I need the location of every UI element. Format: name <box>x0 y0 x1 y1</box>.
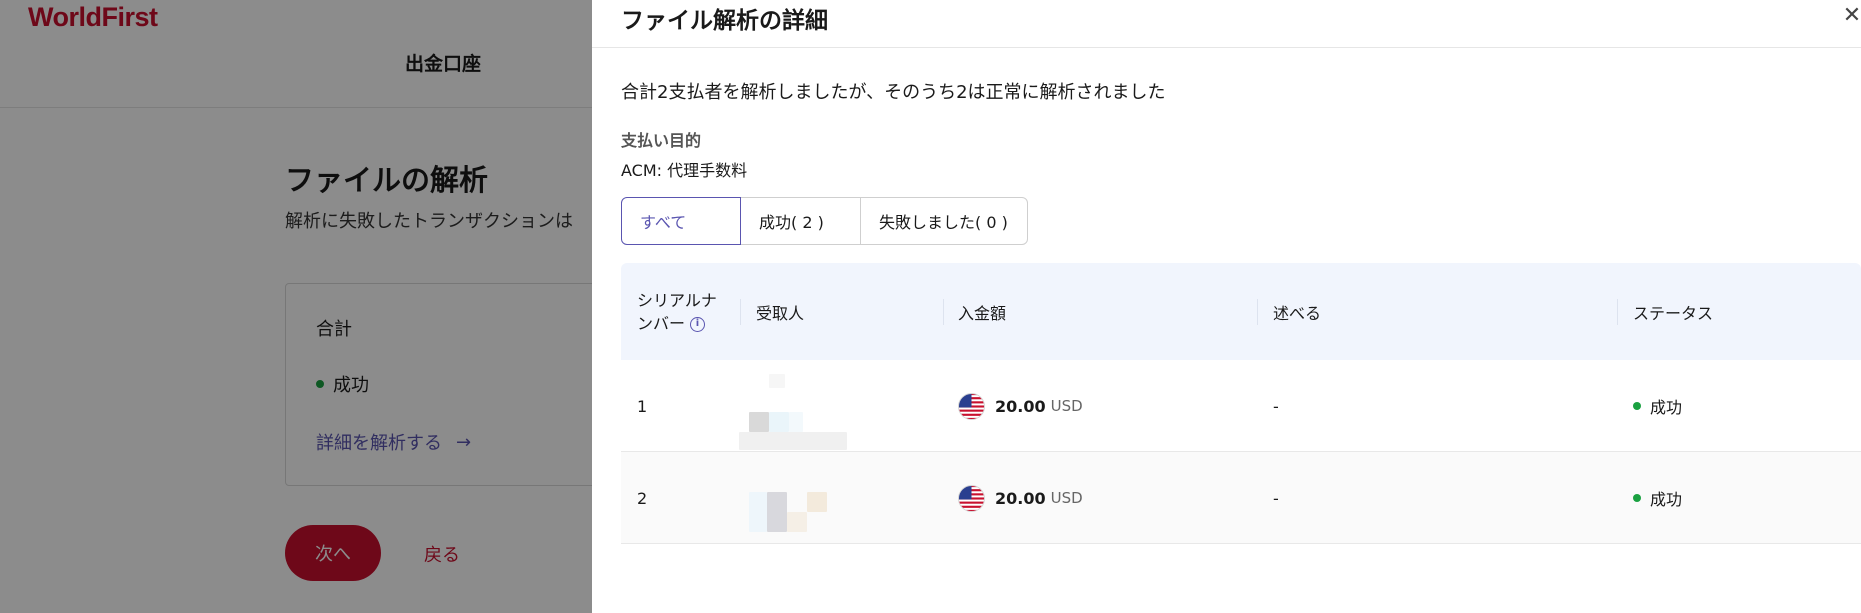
drawer-header: ファイル解析の詳細 ✕ <box>592 0 1861 48</box>
row-status: 成功 <box>1633 452 1682 544</box>
file-analysis-drawer: ファイル解析の詳細 ✕ 合計2支払者を解析しましたが、そのうち2は正常に解析され… <box>592 0 1861 613</box>
us-flag-icon <box>958 484 985 512</box>
success-dot-icon <box>1633 402 1641 410</box>
amount-value: 20.00 <box>995 488 1046 508</box>
us-flag-icon <box>958 392 985 420</box>
filter-tabs: すべて 成功( 2 ) 失敗しました( 0 ) <box>621 197 1028 245</box>
row-serial: 1 <box>637 396 648 416</box>
parse-summary: 合計2支払者を解析しましたが、そのうち2は正常に解析されました <box>621 82 1166 103</box>
payee-table: シリアルナ ンバー i 受取人 入金額 述べる ステータス 1 20.00 US… <box>621 263 1861 544</box>
header-payee: 受取人 <box>756 303 805 323</box>
row-amount: 20.00 USD <box>958 360 1083 452</box>
header-divider <box>1617 299 1618 325</box>
tab-all[interactable]: すべて <box>621 197 741 245</box>
header-amount: 入金額 <box>958 303 1007 323</box>
payee-redacted <box>739 452 859 544</box>
payee-redacted <box>739 360 859 452</box>
header-divider <box>1257 299 1258 325</box>
header-serial-line1: シリアルナ <box>637 290 717 310</box>
drawer-title: ファイル解析の詳細 <box>621 8 828 34</box>
header-serial-line2: ンバー <box>637 313 686 333</box>
amount-value: 20.00 <box>995 396 1046 416</box>
header-serial-number: シリアルナ ンバー i <box>637 263 742 360</box>
header-divider <box>740 299 741 325</box>
screen: WorldFirst 出金口座 ファイルの解析 解析に失敗したトランザクションは… <box>0 0 1861 613</box>
tab-success[interactable]: 成功( 2 ) <box>740 197 861 245</box>
header-status: ステータス <box>1633 303 1714 323</box>
status-badge: 成功 <box>1650 398 1683 417</box>
payment-purpose-label: 支払い目的 <box>621 131 702 150</box>
row-status: 成功 <box>1633 360 1682 452</box>
table-row: 2 20.00 USD - 成功 <box>621 452 1861 544</box>
tab-failed[interactable]: 失敗しました( 0 ) <box>860 197 1028 245</box>
header-description: 述べる <box>1273 303 1322 323</box>
table-header: シリアルナ ンバー i 受取人 入金額 述べる ステータス <box>621 263 1861 360</box>
status-badge: 成功 <box>1650 490 1683 509</box>
info-icon[interactable]: i <box>690 316 706 332</box>
close-icon[interactable]: ✕ <box>1840 2 1861 28</box>
payment-purpose-value: ACM: 代理手数料 <box>621 161 748 180</box>
row-description: - <box>1273 396 1279 416</box>
row-amount: 20.00 USD <box>958 452 1083 544</box>
table-row: 1 20.00 USD - 成功 <box>621 360 1861 452</box>
amount-currency: USD <box>1050 489 1083 507</box>
success-dot-icon <box>1633 494 1641 502</box>
row-serial: 2 <box>637 488 648 508</box>
row-description: - <box>1273 488 1279 508</box>
amount-currency: USD <box>1050 397 1083 415</box>
header-divider <box>943 299 944 325</box>
